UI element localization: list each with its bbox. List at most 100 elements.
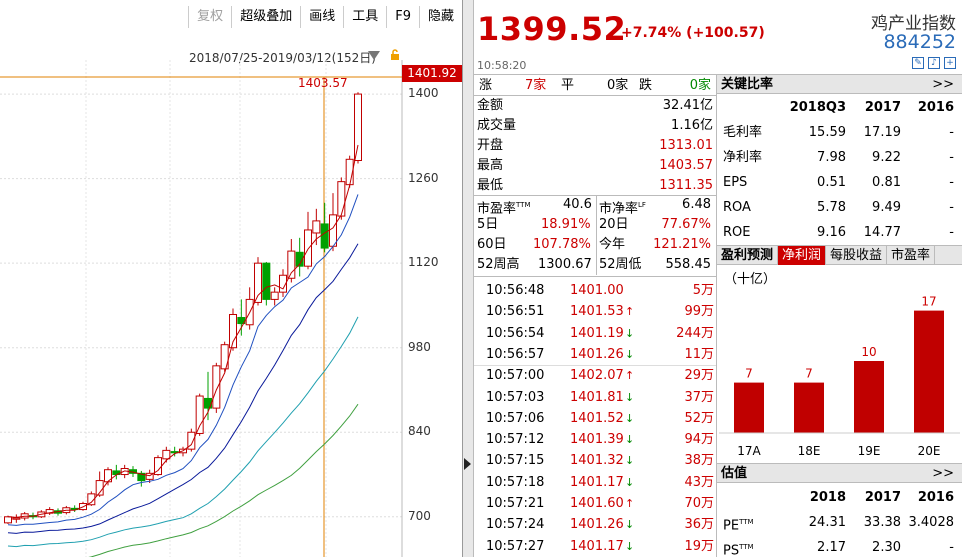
breadth-row: 涨 7家 平 0家 跌 0家: [479, 78, 711, 93]
tick-volume: 99万: [684, 304, 714, 320]
ratio-value: 7.98: [817, 150, 846, 165]
moving-average-line: [7, 144, 359, 518]
arrow-down-icon: ↓: [625, 347, 635, 361]
arrow-down-icon: ↓: [625, 390, 635, 404]
candle-body: [4, 516, 12, 524]
candlestick-chart[interactable]: [0, 60, 462, 557]
toolbar-item-5[interactable]: 隐藏: [418, 6, 462, 28]
arrow-up-icon: ↑: [625, 369, 635, 383]
y-tick-label: 1400: [408, 86, 439, 101]
tick-price: 1401.53: [570, 304, 624, 320]
valuation-value: 2.17: [817, 540, 846, 555]
quote-time: 10:58:20: [477, 59, 527, 72]
ratio-value: 17.19: [863, 125, 901, 140]
ratio-value: 0.81: [872, 175, 901, 190]
ratio-row: 净利率 7.98 9.22 -: [721, 145, 958, 170]
toolbar-item-1[interactable]: 超级叠加: [231, 6, 300, 28]
range-dropdown-icon[interactable]: [368, 51, 380, 60]
ratio-value: -: [949, 175, 954, 190]
forecast-bar: [914, 310, 944, 433]
tick-time: 10:56:54: [486, 325, 545, 341]
tick-price: 1401.81: [570, 389, 624, 405]
forecast-tab-1[interactable]: 净利润: [778, 246, 827, 265]
expand-arrow-icon[interactable]: [464, 458, 471, 470]
quote-label: 最低: [477, 178, 504, 193]
tick-row: 10:57:03 1401.81 ↓ 37万: [486, 387, 714, 408]
high-price-label: 1403.57: [298, 76, 348, 90]
tick-price: 1401.17: [570, 474, 624, 490]
tick-row: 10:57:00 1402.07 ↑ 29万: [486, 365, 714, 386]
valuation-label: PSTTM: [723, 543, 754, 557]
ratio-value: -: [949, 200, 954, 215]
tick-volume: 38万: [684, 453, 714, 469]
quote-value: 1.16亿: [671, 118, 713, 133]
tick-volume: 11万: [684, 346, 714, 362]
forecast-tab-2[interactable]: 每股收益: [826, 246, 888, 265]
index-code: 884252: [883, 31, 956, 53]
tick-volume: 37万: [684, 389, 714, 405]
y-tick-label: 1260: [408, 170, 439, 185]
panel-divider[interactable]: [462, 0, 474, 557]
week52-row: 52周高 1300.67 52周低 558.45: [477, 257, 711, 272]
ratio-label: ROE: [723, 225, 751, 240]
arrow-down-icon: ↓: [625, 454, 635, 468]
alert-icon[interactable]: ♪: [928, 57, 940, 69]
forecast-tab-3[interactable]: 市盈率: [887, 246, 936, 265]
toolbar-item-0[interactable]: 复权: [188, 6, 231, 28]
candle-body: [304, 229, 312, 267]
toolbar-item-2[interactable]: 画线: [300, 6, 343, 28]
chart-toolbar: 复权 超级叠加 画线 工具 F9 隐藏: [0, 6, 462, 28]
column-header: 2016: [917, 100, 954, 115]
arrow-up-icon: ↑: [625, 305, 635, 319]
quote-label: 开盘: [477, 138, 504, 153]
forecast-bar: [854, 361, 884, 433]
y-tick-label: 840: [408, 424, 431, 439]
tick-volume: 43万: [684, 474, 714, 490]
forecast-bar: [734, 382, 764, 433]
toolbar-item-3[interactable]: 工具: [343, 6, 386, 28]
column-header: 2018: [809, 490, 846, 505]
ratio-label: ROA: [723, 200, 751, 215]
ratio-value: 9.49: [872, 200, 901, 215]
tick-row: 10:57:12 1401.39 ↓ 94万: [486, 429, 714, 450]
tick-time: 10:56:57: [486, 346, 545, 362]
tick-time: 10:57:18: [486, 474, 545, 490]
valuation-value: 33.38: [863, 515, 901, 530]
tick-row: 10:57:18 1401.17 ↓ 43万: [486, 472, 714, 493]
add-icon[interactable]: +: [944, 57, 956, 69]
quote-row: 开盘 1313.01: [477, 136, 713, 156]
period-return-row-2: 60日 107.78% 今年 121.21%: [477, 237, 711, 252]
arrow-down-icon: ↓: [625, 518, 635, 532]
candle-body: [337, 181, 346, 217]
tick-volume: 19万: [684, 538, 714, 554]
ratios-more-link[interactable]: >>: [932, 75, 954, 95]
tick-row: 10:57:27 1401.17 ↓ 19万: [486, 536, 714, 557]
edit-icon[interactable]: ✎: [912, 57, 924, 69]
tick-price: 1401.52: [570, 410, 624, 426]
tick-row: 10:56:57 1401.26 ↓ 11万: [486, 344, 714, 365]
valuation-more-link[interactable]: >>: [932, 464, 954, 484]
tick-time: 10:57:21: [486, 496, 545, 511]
tick-price: 1401.39: [570, 432, 624, 448]
kline-chart-panel[interactable]: 复权 超级叠加 画线 工具 F9 隐藏 2018/07/25-2019/03/12(152…: [0, 0, 462, 557]
toolbar-item-4[interactable]: F9: [386, 6, 419, 28]
candle-body: [162, 449, 171, 460]
quote-row: 最低 1311.35: [477, 176, 713, 196]
valuation-label-sup: TTM: [739, 518, 754, 526]
ratio-value: 15.59: [808, 125, 846, 140]
bar-category-label: 19E: [858, 444, 881, 458]
candle-body: [320, 223, 329, 249]
tick-time: 10:56:51: [486, 304, 545, 320]
tick-volume: 5万: [692, 283, 714, 298]
tick-time: 10:57:27: [486, 538, 545, 554]
arrow-down-icon: ↓: [625, 433, 635, 447]
ratio-label: 净利率: [723, 150, 763, 165]
bar-category-label: 20E: [918, 444, 941, 458]
valuation-label-sup: TTM: [739, 543, 754, 551]
key-ratios-header: 关键比率 >>: [717, 74, 962, 94]
bar-value-label: 7: [805, 367, 813, 381]
ratio-label: 毛利率: [723, 125, 763, 140]
ratio-value: 9.22: [872, 150, 901, 165]
bar-value-label: 17: [921, 295, 936, 309]
tick-volume: 29万: [684, 368, 714, 384]
